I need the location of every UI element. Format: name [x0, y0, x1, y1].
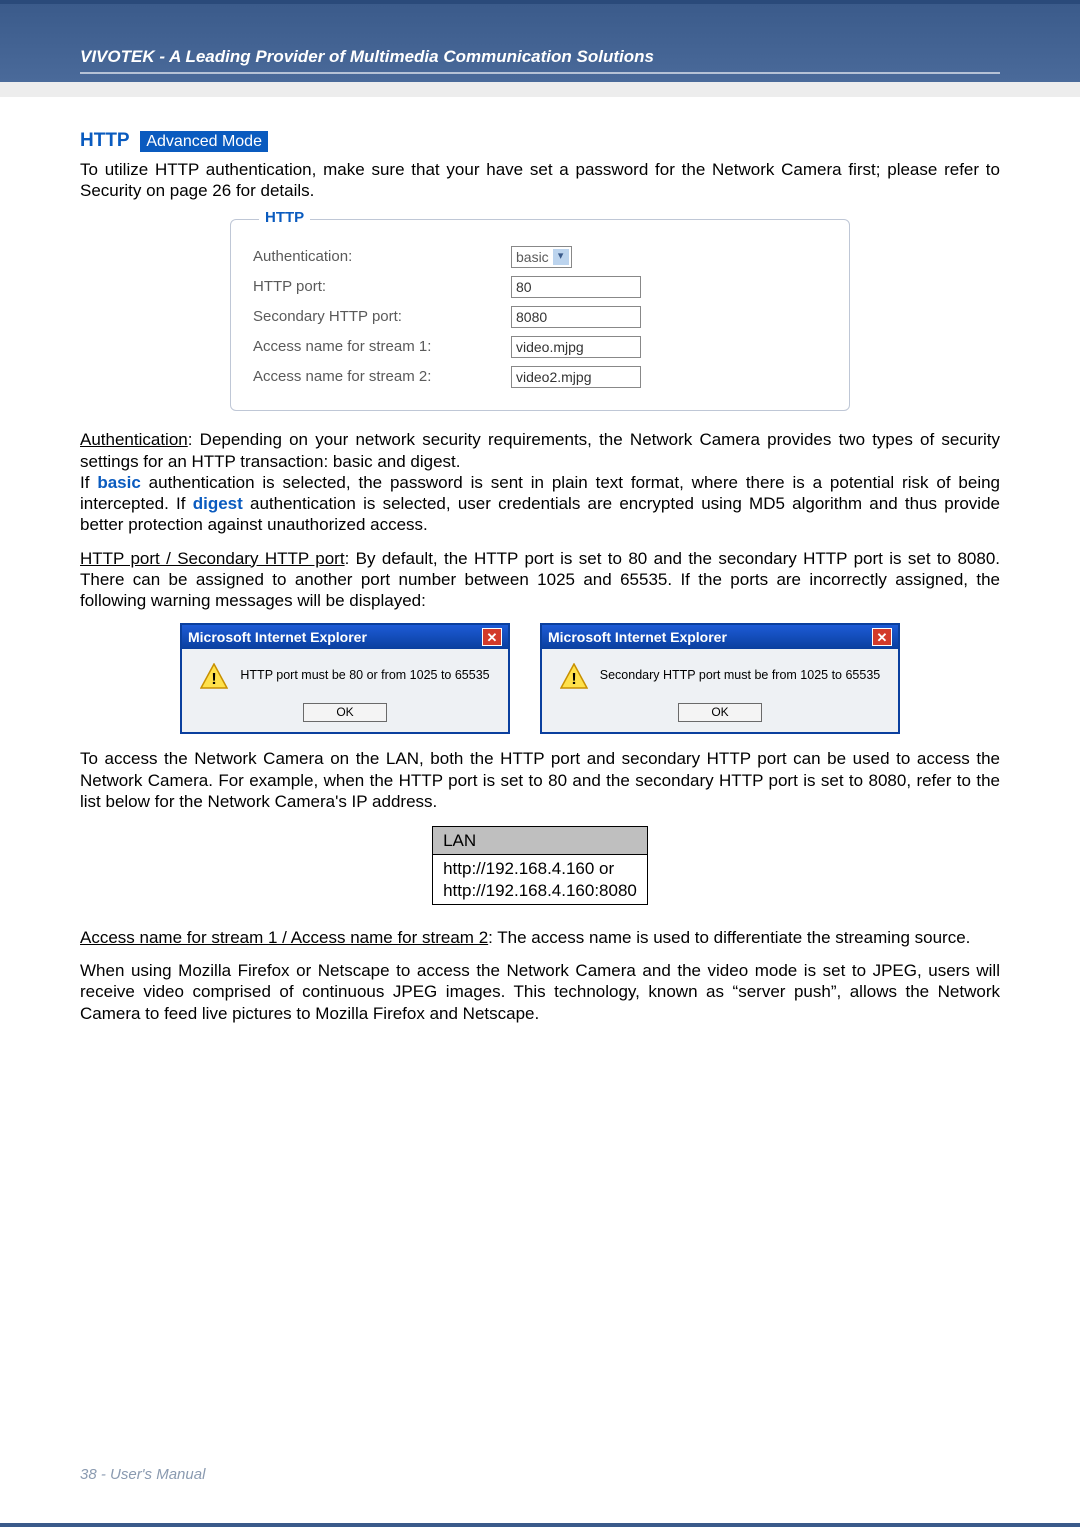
authentication-text-2a: If	[80, 473, 97, 492]
dialog-title-text: Microsoft Internet Explorer	[548, 629, 727, 647]
chevron-down-icon: ▾	[553, 249, 569, 265]
dialog-title-text: Microsoft Internet Explorer	[188, 629, 367, 647]
access-name-paragraph: Access name for stream 1 / Access name f…	[80, 927, 1000, 948]
lan-table-wrap: LAN http://192.168.4.160 or http://192.1…	[80, 826, 1000, 905]
close-icon[interactable]: ✕	[482, 628, 502, 646]
http-port-label: HTTP port:	[253, 278, 511, 297]
authentication-label: Authentication:	[253, 248, 511, 267]
stream1-label: Access name for stream 1:	[253, 338, 511, 357]
dialog-message-row: ! HTTP port must be 80 or from 1025 to 6…	[192, 663, 498, 689]
row-http-port: HTTP port: 80	[253, 276, 827, 298]
dialog-body: ! Secondary HTTP port must be from 1025 …	[542, 649, 898, 732]
authentication-value: basic	[516, 249, 549, 267]
port-paragraph: HTTP port / Secondary HTTP port: By defa…	[80, 548, 1000, 612]
lan-table: LAN http://192.168.4.160 or http://192.1…	[432, 826, 648, 905]
access-name-text: : The access name is used to differentia…	[488, 928, 970, 947]
dialog-secondary-port: Microsoft Internet Explorer ✕ ! Secondar…	[540, 623, 900, 734]
dialog-http-port: Microsoft Internet Explorer ✕ ! HTTP por…	[180, 623, 510, 734]
content: HTTP Advanced Mode To utilize HTTP authe…	[0, 97, 1080, 1024]
row-secondary-port: Secondary HTTP port: 8080	[253, 306, 827, 328]
intro-paragraph: To utilize HTTP authentication, make sur…	[80, 159, 1000, 202]
header-tagline: VIVOTEK - A Leading Provider of Multimed…	[80, 44, 1000, 70]
lan-url-1: http://192.168.4.160 or	[443, 859, 614, 878]
lan-table-cell: http://192.168.4.160 or http://192.168.4…	[433, 855, 648, 905]
authentication-text-1: : Depending on your network security req…	[80, 430, 1000, 470]
dialog-titlebar: Microsoft Internet Explorer ✕	[182, 625, 508, 649]
secondary-port-value: 8080	[516, 309, 547, 327]
warning-icon: !	[560, 663, 588, 689]
http-port-value: 80	[516, 279, 532, 297]
ok-button[interactable]: OK	[678, 703, 761, 722]
section-title: HTTP Advanced Mode	[80, 129, 1000, 153]
http-form-legend: HTTP	[259, 209, 310, 228]
stream2-value: video2.mjpg	[516, 369, 592, 387]
warning-icon: !	[200, 663, 228, 689]
svg-text:!: !	[212, 671, 217, 688]
advanced-mode-badge: Advanced Mode	[140, 131, 268, 152]
authentication-select[interactable]: basic ▾	[511, 246, 572, 268]
stream2-label: Access name for stream 2:	[253, 368, 511, 387]
ok-button[interactable]: OK	[303, 703, 386, 722]
page-header: VIVOTEK - A Leading Provider of Multimed…	[0, 0, 1080, 82]
http-port-input[interactable]: 80	[511, 276, 641, 298]
http-form-wrap: HTTP Authentication: basic ▾ HTTP port: …	[80, 219, 1000, 411]
dialog-body: ! HTTP port must be 80 or from 1025 to 6…	[182, 649, 508, 732]
access-name-heading: Access name for stream 1 / Access name f…	[80, 928, 488, 947]
http-form: HTTP Authentication: basic ▾ HTTP port: …	[230, 219, 850, 411]
authentication-heading: Authentication	[80, 430, 188, 449]
port-heading: HTTP port / Secondary HTTP port	[80, 549, 345, 568]
lan-table-header: LAN	[433, 827, 648, 855]
stream2-input[interactable]: video2.mjpg	[511, 366, 641, 388]
row-stream1: Access name for stream 1: video.mjpg	[253, 336, 827, 358]
dialog-message-row: ! Secondary HTTP port must be from 1025 …	[552, 663, 888, 689]
lan-url-2: http://192.168.4.160:8080	[443, 881, 637, 900]
stream1-value: video.mjpg	[516, 339, 584, 357]
firefox-paragraph: When using Mozilla Firefox or Netscape t…	[80, 960, 1000, 1024]
secondary-port-input[interactable]: 8080	[511, 306, 641, 328]
gray-band	[0, 82, 1080, 97]
close-icon[interactable]: ✕	[872, 628, 892, 646]
dialog-titlebar: Microsoft Internet Explorer ✕	[542, 625, 898, 649]
basic-keyword: basic	[97, 473, 140, 492]
http-heading: HTTP	[80, 130, 130, 151]
row-stream2: Access name for stream 2: video2.mjpg	[253, 366, 827, 388]
secondary-port-label: Secondary HTTP port:	[253, 308, 511, 327]
footer-bar	[0, 1523, 1080, 1527]
digest-keyword: digest	[193, 494, 243, 513]
lan-paragraph: To access the Network Camera on the LAN,…	[80, 748, 1000, 812]
dialog-message: HTTP port must be 80 or from 1025 to 655…	[240, 668, 489, 684]
dialogs-row: Microsoft Internet Explorer ✕ ! HTTP por…	[80, 623, 1000, 734]
authentication-paragraph: Authentication: Depending on your networ…	[80, 429, 1000, 535]
header-underline	[80, 72, 1000, 74]
row-authentication: Authentication: basic ▾	[253, 246, 827, 268]
page-footer: 38 - User's Manual	[80, 1466, 205, 1483]
stream1-input[interactable]: video.mjpg	[511, 336, 641, 358]
svg-text:!: !	[571, 671, 576, 688]
dialog-message: Secondary HTTP port must be from 1025 to…	[600, 668, 880, 684]
